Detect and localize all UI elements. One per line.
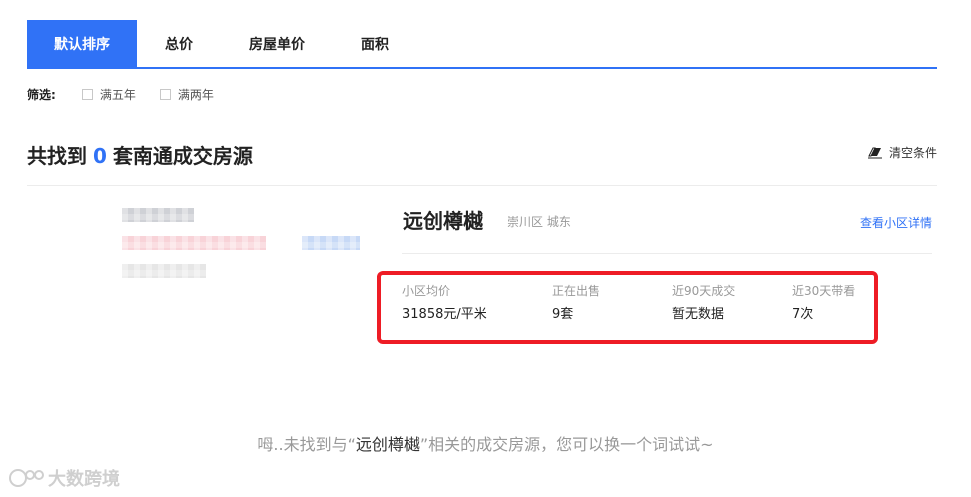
tab-total-price[interactable]: 总价 [137,20,221,67]
no-result-keyword: 远创樽樾 [355,435,420,454]
checkbox[interactable] [159,88,171,100]
stat-avg-price: 小区均价 31858元/平米 [402,282,487,322]
result-prefix: 共找到 [27,144,87,168]
filter-option-label: 满五年 [99,87,136,102]
eraser-icon [867,147,882,158]
divider [27,185,937,186]
clear-conditions-label: 清空条件 [888,146,937,160]
watermark: 大数跨境 [8,465,120,491]
result-count: 0 [93,144,107,168]
agent-info-blurred [122,264,206,278]
sort-tabs: 默认排序 总价 房屋单价 面积 [27,20,937,69]
clear-conditions-button[interactable]: 清空条件 [867,144,937,161]
result-suffix: 套南通成交房源 [112,144,253,168]
filter-option-label: 满两年 [177,87,214,102]
result-title: 共找到 0 套南通成交房源 [27,140,253,169]
logo-icon [9,469,44,487]
checkbox[interactable] [81,88,93,100]
stat-30day-visits: 近30天带看 7次 [792,282,855,322]
stat-value: 7次 [792,307,814,322]
no-result-message: 呣..未找到与“远创樽樾”相关的成交房源，您可以换一个词试试~ [0,431,971,455]
agent-name-blurred [122,208,194,222]
page: 默认排序 总价 房屋单价 面积 筛选: 满五年 满两年 共找到 0 套南通成交房源 … [0,0,971,497]
tab-area[interactable]: 面积 [333,20,417,67]
stat-label: 近90天成交 [672,284,736,298]
stat-90day-deals: 近90天成交 暂无数据 [672,282,735,322]
filter-five-years[interactable]: 满五年 [81,86,136,103]
agent-avatar[interactable] [26,196,112,296]
community-location: 崇川区 城东 [507,215,571,229]
stat-value: 暂无数据 [672,307,725,322]
stat-value: 31858元/平米 [402,307,487,322]
community-name[interactable]: 远创樽樾 [403,205,483,234]
filter-label: 筛选: [27,87,56,102]
agent-badge-blurred [302,236,360,250]
community-detail-link[interactable]: 查看小区详情 [860,214,932,231]
tab-unit-price[interactable]: 房屋单价 [221,20,333,67]
stat-label: 近30天带看 [792,284,856,298]
watermark-text: 大数跨境 [48,469,120,490]
stat-label: 小区均价 [402,284,451,298]
stat-on-sale: 正在出售 9套 [552,282,600,322]
tab-default-sort[interactable]: 默认排序 [27,20,137,67]
filter-row: 筛选: 满五年 满两年 [27,85,238,103]
divider [402,253,932,254]
stat-value: 9套 [552,307,574,322]
stat-label: 正在出售 [552,284,601,298]
agent-tag-blurred [122,236,266,250]
no-result-before: 呣..未找到与“ [257,435,356,454]
no-result-after: ”相关的成交房源，您可以换一个词试试~ [419,435,714,454]
filter-two-years[interactable]: 满两年 [159,86,214,103]
